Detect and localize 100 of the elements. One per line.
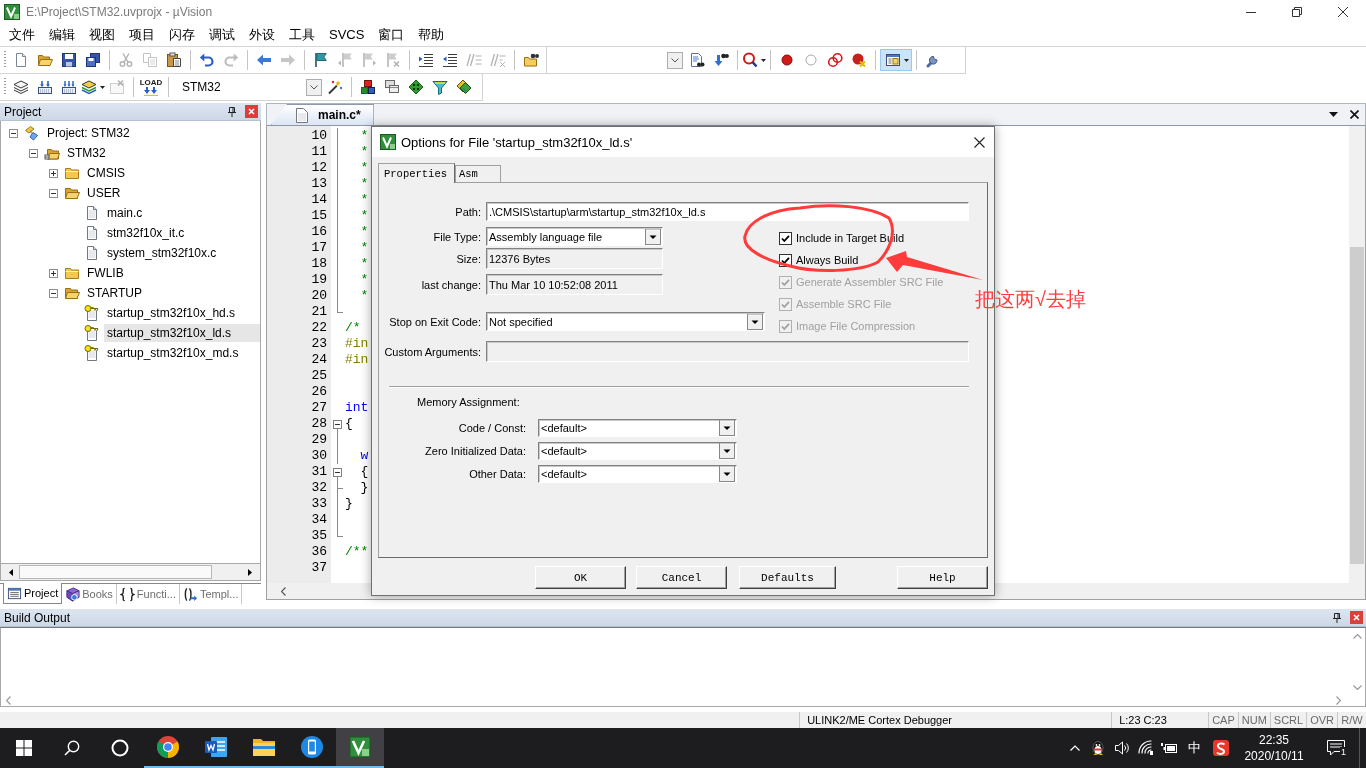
scroll-up-icon[interactable] [1352,634,1362,639]
funnel-icon[interactable] [432,79,448,95]
clock-time[interactable]: 22:35 [1259,732,1289,748]
input-method-label[interactable]: 中 [1187,739,1201,757]
menu-item[interactable]: 闪存 [162,26,202,44]
menu-item[interactable]: 窗口 [371,26,412,44]
tree-item[interactable]: STM32 [67,146,106,160]
menu-item[interactable]: 项目 [122,26,162,44]
floppy-disks-icon[interactable] [85,52,101,68]
folder-binoculars-icon[interactable] [523,52,539,68]
dialog-button[interactable]: Defaults [739,566,836,589]
dialog-button[interactable]: Cancel [636,566,727,589]
caret-icon[interactable] [761,58,766,62]
arrow-binoculars-icon[interactable] [713,52,729,68]
double-ring-icon[interactable] [827,52,843,68]
caret-icon[interactable] [904,58,909,62]
search-icon[interactable] [64,740,80,756]
four-squares-icon[interactable] [16,740,32,756]
undo-arrow-icon[interactable] [199,52,215,68]
dropdown-button[interactable] [667,51,683,69]
dialog-tab[interactable]: Asm [455,165,501,182]
text-field[interactable]: .\CMSIS\startup\arm\startup_stm32f10x_ld.s [486,202,969,221]
breakpoint-icon[interactable] [779,52,795,68]
menu-item[interactable]: 帮助 [411,26,452,44]
blocks-icon[interactable] [360,79,376,95]
collapse-icon[interactable] [333,419,342,429]
wifi-icon[interactable] [1138,740,1154,756]
pin-icon[interactable] [228,106,236,117]
scroll-left-icon[interactable] [9,568,13,576]
stacked-layers-icon[interactable] [13,79,29,95]
checkbox-label[interactable]: Always Build [796,254,859,266]
collapse-icon[interactable] [49,188,58,198]
dropdown[interactable]: Assembly language file [486,227,663,246]
tray-arrows-icon[interactable] [61,79,77,95]
magnifier-icon[interactable] [742,52,758,68]
collapse-icon[interactable] [49,288,58,298]
stacked-layers-icon[interactable] [81,79,97,95]
pin-icon[interactable] [1333,612,1341,623]
outdent-lines-icon[interactable] [442,52,458,68]
indent-lines-icon[interactable] [418,52,434,68]
panel-tab[interactable]: Functi... [116,584,180,604]
document-binoculars-icon[interactable] [689,52,705,68]
clock-date[interactable]: 2020/10/11 [1244,748,1304,764]
panel-tab[interactable]: Books [62,584,117,604]
panel-tab[interactable]: Templ... [179,584,243,604]
penguin-icon[interactable] [1090,740,1106,756]
dropdown[interactable]: <default> [538,465,737,483]
wand-icon[interactable] [327,79,343,95]
circle-icon[interactable] [111,739,129,757]
expand-icon[interactable] [49,168,58,178]
tray-arrows-icon[interactable] [37,79,53,95]
notification-button[interactable]: 1 [1313,728,1359,768]
menu-item[interactable]: 视图 [82,26,122,44]
collapse-icon[interactable] [9,128,18,138]
restore-icon[interactable] [1292,7,1302,17]
flag-icon[interactable] [313,52,329,68]
menu-item[interactable]: 编辑 [42,26,82,44]
close-icon[interactable] [1350,110,1359,119]
scroll-left-icon[interactable] [280,586,286,596]
tree-item[interactable]: CMSIS [87,166,125,180]
down-arrows-icon[interactable] [143,87,159,96]
close-icon[interactable] [974,136,985,148]
tree-item[interactable]: FWLIB [87,266,124,280]
menu-item[interactable]: 文件 [2,26,42,44]
dot-cross-icon[interactable] [851,52,867,68]
minimize-icon[interactable] [1246,11,1256,13]
text-field[interactable]: Thu Mar 10 10:52:08 2011 [486,274,663,295]
menu-item[interactable]: 调试 [202,26,242,44]
taskbar-button[interactable] [336,728,384,768]
dialog-button[interactable]: OK [535,566,626,589]
menu-item[interactable]: 工具 [282,26,322,44]
chevron-up-icon[interactable] [1069,745,1080,751]
swirl-tile-icon[interactable] [1213,740,1229,756]
text-field[interactable]: 12376 Bytes [486,248,663,269]
menu-item[interactable]: 外设 [242,26,282,44]
expand-icon[interactable] [49,268,58,278]
stacked-windows-icon[interactable] [384,79,400,95]
diamonds-icon[interactable] [456,79,472,95]
left-arrow-icon[interactable] [256,52,272,68]
checkbox[interactable] [779,231,792,245]
scroll-down-icon[interactable] [1352,685,1362,690]
dropdown[interactable]: <default> [538,419,737,437]
speaker-icon[interactable] [1114,740,1130,756]
dialog-tab[interactable]: Properties [378,163,455,183]
horizontal-scrollbar[interactable] [0,564,261,581]
caret-icon[interactable] [100,85,105,89]
battery-icon[interactable] [1161,740,1177,756]
scroll-right-icon[interactable] [248,568,252,576]
panel-tab[interactable]: Project [3,583,63,604]
clipboard-icon[interactable] [166,52,182,68]
toggle-button[interactable] [880,49,912,71]
dropdown[interactable]: <default> [538,442,737,460]
editor-tab[interactable]: main.c* [271,104,374,125]
open-folder-icon[interactable] [37,52,53,68]
diamond-icon[interactable] [408,79,424,95]
new-file-icon[interactable] [13,52,29,68]
menu-item[interactable]: SVCS [322,26,372,44]
close-icon[interactable] [1338,7,1348,17]
tree-item[interactable]: startup_stm32f10x_hd.s [107,306,236,320]
collapse-icon[interactable] [333,467,342,477]
